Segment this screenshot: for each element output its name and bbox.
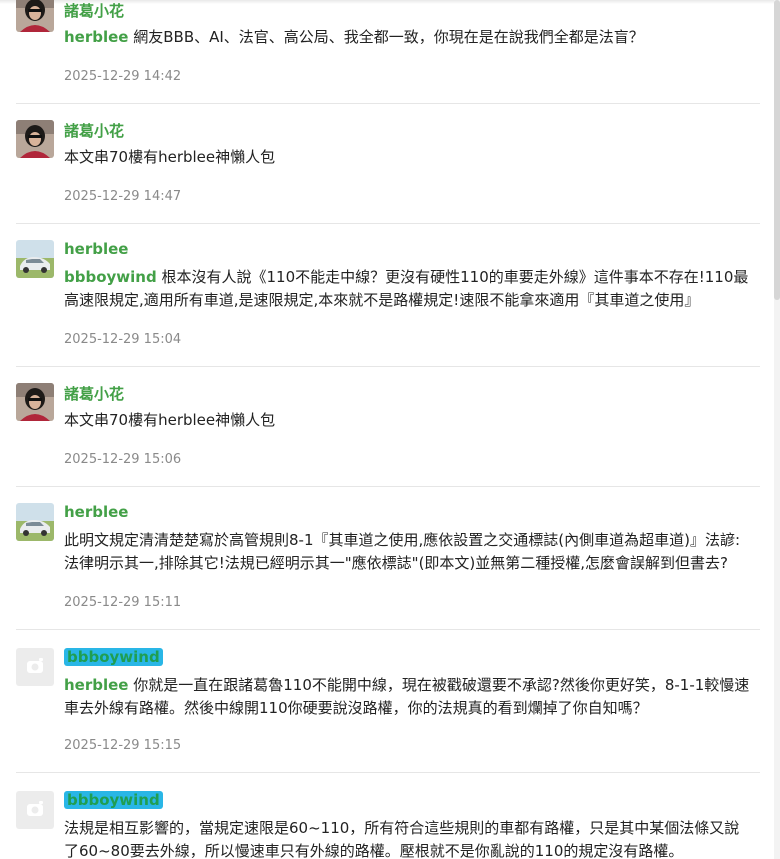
comment-message: 此明文規定清清楚楚寫於高管規則8-1『其車道之使用,應依設置之交通標誌(內側車道… — [64, 531, 741, 572]
comment-timestamp: 2025-12-29 15:06 — [64, 452, 182, 467]
comment-author[interactable]: herblee — [64, 503, 128, 521]
comment-item: herblee 此明文規定清清楚楚寫於高管規則8-1『其車道之使用,應依設置之交… — [16, 487, 760, 630]
comment-text: 本文串70樓有herblee神懶人包 — [64, 409, 754, 432]
avatar-photo-car — [16, 503, 54, 541]
avatar[interactable] — [16, 0, 54, 32]
comment-item: 諸葛小花 本文串70樓有herblee神懶人包 2025-12-29 15:06 — [16, 367, 760, 487]
avatar-photo-woman — [16, 120, 54, 158]
camera-icon — [27, 658, 43, 673]
comment-timestamp: 2025-12-29 14:42 — [64, 69, 182, 84]
comment-timestamp: 2025-12-29 14:47 — [64, 189, 182, 204]
comment-text: bbboywind 根本沒有人說《110不能走中線？更沒有硬性110的車要走外線… — [64, 266, 754, 312]
avatar-photo-woman — [16, 0, 54, 32]
comment-text: 此明文規定清清楚楚寫於高管規則8-1『其車道之使用,應依設置之交通標誌(內側車道… — [64, 529, 754, 575]
comment-message: 法規是相互影響的，當規定速限是60~110，所有符合這些規則的車都有路權，只是其… — [64, 819, 740, 859]
comment-item: 諸葛小花 本文串70樓有herblee神懶人包 2025-12-29 14:47 — [16, 104, 760, 224]
comment-message: 根本沒有人說《110不能走中線？更沒有硬性110的車要走外線》這件事本不存在!1… — [64, 268, 749, 309]
comment-timestamp: 2025-12-29 15:15 — [64, 738, 182, 753]
comment-item: herblee bbboywind 根本沒有人說《110不能走中線？更沒有硬性1… — [16, 224, 760, 367]
comment-message: 本文串70樓有herblee神懶人包 — [64, 148, 276, 166]
comment-text: 法規是相互影響的，當規定速限是60~110，所有符合這些規則的車都有路權，只是其… — [64, 817, 754, 859]
comment-author[interactable]: 諸葛小花 — [64, 0, 124, 21]
mention-link[interactable]: bbboywind — [64, 268, 157, 286]
comment-item: bbboywind 法規是相互影響的，當規定速限是60~110，所有符合這些規則… — [16, 773, 760, 859]
comment-item: 諸葛小花 herblee 網友BBB、AI、法官、高公局、我全都一致，你現在是在… — [16, 0, 760, 104]
comment-author[interactable]: bbboywind — [64, 791, 163, 809]
comment-message: 本文串70樓有herblee神懶人包 — [64, 411, 276, 429]
comment-text: herblee 你就是一直在跟諸葛魯110不能開中線，現在被戳破還要不承認?然後… — [64, 674, 754, 720]
comment-message: 網友BBB、AI、法官、高公局、我全都一致，你現在是在說我們全都是法盲？ — [128, 28, 644, 46]
comment-item: bbboywind herblee 你就是一直在跟諸葛魯110不能開中線，現在被… — [16, 630, 760, 773]
comment-author[interactable]: 諸葛小花 — [64, 120, 124, 141]
comment-page: 諸葛小花 herblee 網友BBB、AI、法官、高公局、我全都一致，你現在是在… — [0, 0, 780, 859]
mention-link[interactable]: herblee — [64, 676, 128, 694]
comment-text: herblee 網友BBB、AI、法官、高公局、我全都一致，你現在是在說我們全都… — [64, 26, 754, 49]
avatar[interactable] — [16, 120, 54, 158]
mention-link[interactable]: herblee — [64, 28, 128, 46]
camera-icon — [27, 801, 43, 816]
avatar[interactable] — [16, 240, 54, 278]
comment-author[interactable]: herblee — [64, 240, 128, 258]
comment-author[interactable]: 諸葛小花 — [64, 383, 124, 404]
avatar[interactable] — [16, 503, 54, 541]
avatar[interactable] — [16, 383, 54, 421]
scrollbar-thumb[interactable] — [774, 0, 780, 300]
avatar[interactable] — [16, 648, 54, 686]
scrollbar[interactable] — [774, 0, 780, 859]
avatar-photo-woman — [16, 383, 54, 421]
comment-message: 你就是一直在跟諸葛魯110不能開中線，現在被戳破還要不承認?然後你更好笑，8-1… — [64, 676, 750, 717]
avatar[interactable] — [16, 791, 54, 829]
comment-text: 本文串70樓有herblee神懶人包 — [64, 146, 754, 169]
comment-timestamp: 2025-12-29 15:04 — [64, 332, 182, 347]
comment-author[interactable]: bbboywind — [64, 648, 163, 666]
avatar-photo-car — [16, 240, 54, 278]
comment-timestamp: 2025-12-29 15:11 — [64, 595, 182, 610]
